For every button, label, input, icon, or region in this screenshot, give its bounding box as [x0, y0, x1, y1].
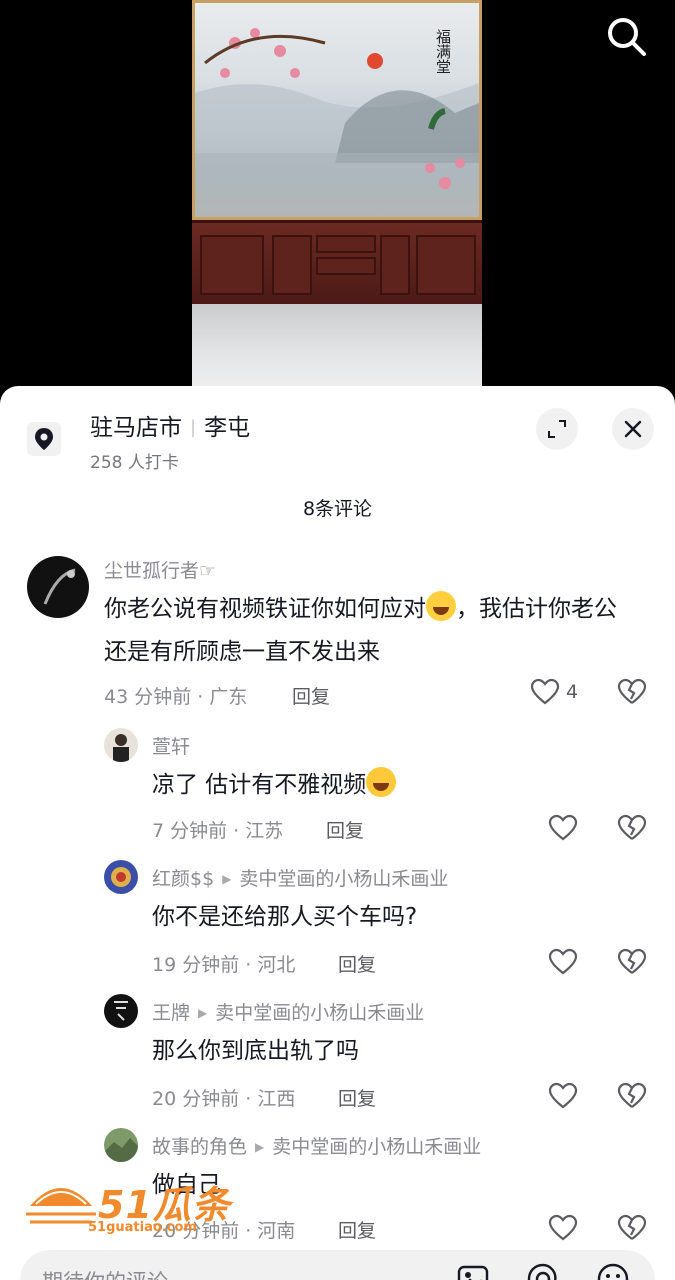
close-icon — [624, 420, 642, 438]
comment-username[interactable]: 尘世孤行者☞ — [104, 556, 216, 583]
close-button[interactable] — [612, 408, 654, 450]
like-button[interactable] — [548, 1082, 578, 1110]
reply-to-user: 卖中堂画的小杨山禾画业 — [272, 1136, 482, 1158]
cabinet — [192, 220, 482, 304]
comment-meta: 20 分钟前 · 江西 — [152, 1088, 296, 1110]
dislike-button[interactable] — [617, 678, 647, 710]
comment-item: 尘世孤行者☞ 你老公说有视频铁证你如何应对 ，我估计你老公还是有所顾虑一直不发出来… — [0, 554, 675, 714]
comment-text: 那么你到底出轨了吗 — [152, 1038, 359, 1064]
video-player[interactable]: 福满堂 — [0, 0, 675, 400]
comment-text: 你不是还给那人买个车吗? — [152, 904, 418, 930]
avatar[interactable] — [104, 994, 138, 1028]
heart-icon — [548, 814, 578, 841]
comment-count: 8条评论 — [302, 498, 373, 520]
heart-icon — [530, 678, 560, 705]
avatar[interactable] — [27, 556, 89, 618]
like-button[interactable] — [548, 814, 578, 842]
comment-username[interactable]: 故事的角色 ▶ 卖中堂画的小杨山禾画业 — [152, 1132, 481, 1159]
reply-item: 红颜$$ ▶ 卖中堂画的小杨山禾画业 你不是还给那人买个车吗? 19 分钟前 · 河… — [0, 860, 675, 990]
dislike-button[interactable] — [617, 1082, 647, 1114]
watermark-url: 51guatiao.com — [88, 1220, 197, 1235]
avatar[interactable] — [104, 1128, 138, 1162]
dislike-button[interactable] — [617, 948, 647, 980]
heart-icon — [548, 1082, 578, 1109]
reply-button[interactable]: 回复 — [338, 1084, 376, 1111]
comment-text: 凉了 估计有不雅视频 — [152, 764, 632, 807]
comment-input[interactable]: 期待你的评论 — [20, 1250, 655, 1280]
broken-heart-icon — [617, 678, 647, 704]
broken-heart-icon — [617, 814, 647, 840]
location-title[interactable]: 驻马店市 | 李屯 — [90, 408, 250, 442]
reply-button[interactable]: 回复 — [338, 950, 376, 977]
painting-title: 福满堂 — [434, 29, 452, 74]
location-place: 李屯 — [204, 415, 251, 441]
broken-heart-icon — [617, 948, 647, 974]
video-frame: 福满堂 — [192, 0, 482, 400]
reply-button[interactable]: 回复 — [326, 816, 364, 843]
comment-input-placeholder: 期待你的评论 — [42, 1266, 168, 1280]
comment-username[interactable]: 王牌 ▶ 卖中堂画的小杨山禾画业 — [152, 998, 424, 1025]
broken-heart-icon — [617, 1214, 647, 1240]
expand-button[interactable] — [536, 408, 578, 450]
comment-username[interactable]: 红颜$$ ▶ 卖中堂画的小杨山禾画业 — [152, 864, 448, 891]
comment-text: 你老公说有视频铁证你如何应对 ，我估计你老公还是有所顾虑一直不发出来 — [104, 588, 634, 674]
reply-to-user: 卖中堂画的小杨山禾画业 — [239, 868, 449, 890]
location-city: 驻马店市 — [90, 415, 182, 441]
laugh-cry-emoji-icon — [426, 591, 456, 621]
like-count: 4 — [566, 681, 579, 703]
heart-icon — [548, 948, 578, 975]
broken-heart-icon — [617, 1082, 647, 1108]
reply-button[interactable]: 回复 — [338, 1216, 376, 1243]
crying-emoji-icon — [366, 767, 397, 797]
watermelon-logo-icon — [26, 1188, 96, 1224]
like-button[interactable] — [548, 1214, 578, 1242]
reply-arrow-icon: ▶ — [255, 1140, 265, 1154]
heart-icon — [548, 1214, 578, 1241]
search-icon[interactable] — [604, 14, 650, 60]
location-pin-icon — [27, 422, 61, 456]
like-button[interactable] — [548, 948, 578, 976]
avatar[interactable] — [104, 860, 138, 894]
location-checkins: 258 人打卡 — [90, 453, 179, 473]
reply-item: 王牌 ▶ 卖中堂画的小杨山禾画业 那么你到底出轨了吗 20 分钟前 · 江西 回复 — [0, 994, 675, 1124]
emoji-icon[interactable] — [596, 1262, 630, 1280]
dislike-button[interactable] — [617, 1214, 647, 1246]
avatar[interactable] — [104, 728, 138, 762]
image-icon[interactable] — [456, 1262, 490, 1280]
comment-meta: 7 分钟前 · 江苏 — [152, 820, 284, 842]
comment-sheet: 驻马店市 | 李屯 258 人打卡 8条评论 尘世孤行者☞ 你老公说有视频铁证你如何… — [0, 386, 675, 1280]
dislike-button[interactable] — [617, 814, 647, 846]
comment-meta: 19 分钟前 · 河北 — [152, 954, 296, 976]
reply-item: 萱轩 凉了 估计有不雅视频 7 分钟前 · 江苏 回复 — [0, 726, 675, 856]
reply-arrow-icon: ▶ — [222, 872, 232, 886]
expand-icon — [548, 420, 566, 438]
comment-meta: 43 分钟前 · 广东 — [104, 686, 248, 708]
reply-arrow-icon: ▶ — [198, 1006, 208, 1020]
comment-username[interactable]: 萱轩 — [152, 732, 190, 759]
painting-image: 福满堂 — [192, 0, 482, 220]
reply-button[interactable]: 回复 — [292, 682, 330, 709]
watermark-logo: 51瓜条 51guatiao.com — [26, 1170, 236, 1240]
mention-icon[interactable] — [526, 1262, 560, 1280]
like-button[interactable]: 4 — [530, 678, 578, 706]
reply-to-user: 卖中堂画的小杨山禾画业 — [215, 1002, 425, 1024]
